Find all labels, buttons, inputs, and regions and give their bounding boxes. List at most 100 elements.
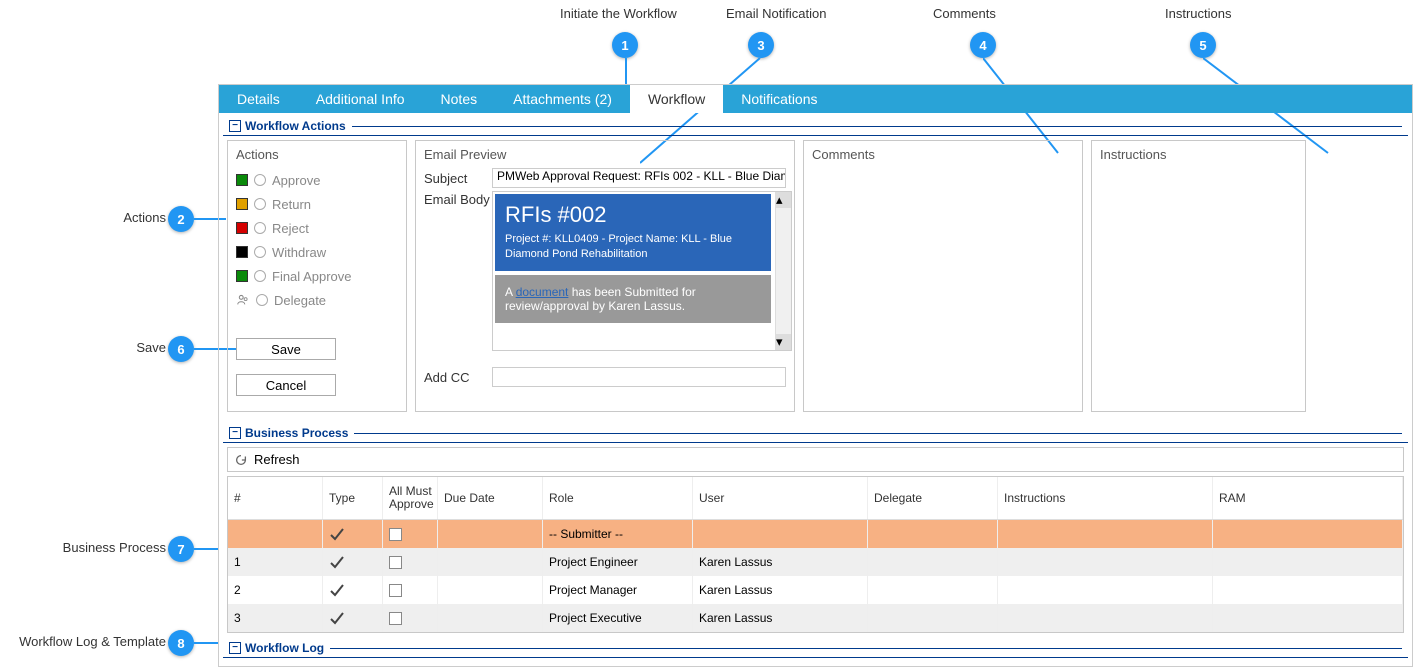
table-row[interactable]: 3 Project Executive Karen Lassus	[228, 604, 1403, 632]
cell-instructions	[998, 520, 1213, 548]
section-divider	[330, 648, 1402, 649]
cell-type	[323, 576, 383, 604]
table-row[interactable]: 2 Project Manager Karen Lassus	[228, 576, 1403, 604]
cell-delegate	[868, 604, 998, 632]
rfi-header: RFIs #002 Project #: KLL0409 - Project N…	[495, 194, 771, 271]
email-scrollbar[interactable]: ▴ ▾	[775, 192, 791, 350]
collapse-icon[interactable]: −	[229, 427, 241, 439]
callout-7-label: Business Process	[56, 540, 166, 555]
callout-7-bubble: 7	[168, 536, 194, 562]
save-button[interactable]: Save	[236, 338, 336, 360]
scroll-up-icon[interactable]: ▴	[776, 192, 791, 208]
reject-label: Reject	[272, 221, 309, 236]
callout-8-label: Workflow Log & Template	[8, 634, 166, 649]
reject-color-icon	[236, 222, 248, 234]
col-ram[interactable]: RAM	[1213, 477, 1403, 519]
callout-2-label: Actions	[116, 210, 166, 225]
return-color-icon	[236, 198, 248, 210]
cell-user: Karen Lassus	[693, 604, 868, 632]
tab-bar: Details Additional Info Notes Attachment…	[219, 85, 1412, 113]
callout-4-label: Comments	[933, 6, 996, 21]
action-delegate[interactable]: Delegate	[236, 288, 398, 312]
collapse-icon[interactable]: −	[229, 642, 241, 654]
action-final-approve[interactable]: Final Approve	[236, 264, 398, 288]
col-num[interactable]: #	[228, 477, 323, 519]
delegate-icon	[236, 293, 250, 307]
table-row[interactable]: -- Submitter --	[228, 520, 1403, 548]
callout-3-bubble: 3	[748, 32, 774, 58]
comments-panel[interactable]: Comments	[803, 140, 1083, 412]
workflow-actions-body: Actions Approve Return Reject Withdraw	[219, 136, 1412, 420]
col-role[interactable]: Role	[543, 477, 693, 519]
cell-must	[383, 576, 438, 604]
withdraw-color-icon	[236, 246, 248, 258]
cell-ram	[1213, 604, 1403, 632]
final-color-icon	[236, 270, 248, 282]
tab-notifications[interactable]: Notifications	[723, 85, 835, 113]
checkbox[interactable]	[389, 528, 402, 541]
cancel-button[interactable]: Cancel	[236, 374, 336, 396]
action-withdraw[interactable]: Withdraw	[236, 240, 398, 264]
callout-3-label: Email Notification	[726, 6, 826, 21]
col-delegate[interactable]: Delegate	[868, 477, 998, 519]
checkbox[interactable]	[389, 584, 402, 597]
checkbox[interactable]	[389, 556, 402, 569]
cell-role: Project Engineer	[543, 548, 693, 576]
delegate-label: Delegate	[274, 293, 326, 308]
cell-num: 1	[228, 548, 323, 576]
col-type[interactable]: Type	[323, 477, 383, 519]
section-workflow-log[interactable]: − Workflow Log	[223, 639, 1408, 658]
bp-table: # Type All Must Approve Due Date Role Us…	[227, 476, 1404, 633]
col-due[interactable]: Due Date	[438, 477, 543, 519]
delegate-radio[interactable]	[256, 294, 268, 306]
section-business-process[interactable]: − Business Process	[223, 424, 1408, 443]
section-title: Workflow Actions	[245, 119, 346, 133]
table-row[interactable]: 1 Project Engineer Karen Lassus	[228, 548, 1403, 576]
return-radio[interactable]	[254, 198, 266, 210]
col-instructions[interactable]: Instructions	[998, 477, 1213, 519]
rfi-note-prefix: A	[505, 285, 516, 299]
action-return[interactable]: Return	[236, 192, 398, 216]
cell-type	[323, 604, 383, 632]
collapse-icon[interactable]: −	[229, 120, 241, 132]
callout-8-bubble: 8	[168, 630, 194, 656]
cell-due	[438, 576, 543, 604]
refresh-icon[interactable]	[234, 453, 248, 467]
addcc-label: Add CC	[424, 370, 492, 385]
rfi-note: A document has been Submitted for review…	[495, 275, 771, 323]
reject-radio[interactable]	[254, 222, 266, 234]
final-label: Final Approve	[272, 269, 352, 284]
callout-5-label: Instructions	[1165, 6, 1231, 21]
section-workflow-actions[interactable]: − Workflow Actions	[223, 117, 1408, 136]
approve-label: Approve	[272, 173, 320, 188]
addcc-input[interactable]	[492, 367, 786, 387]
section-title: Workflow Log	[245, 641, 324, 655]
subject-input[interactable]: PMWeb Approval Request: RFIs 002 - KLL -…	[492, 168, 786, 188]
email-body-box[interactable]: ▴ ▾ RFIs #002 Project #: KLL0409 - Proje…	[492, 191, 792, 351]
col-user[interactable]: User	[693, 477, 868, 519]
cell-due	[438, 548, 543, 576]
scroll-down-icon[interactable]: ▾	[776, 334, 791, 350]
callout-7-line	[194, 548, 218, 550]
cell-user: Karen Lassus	[693, 576, 868, 604]
withdraw-radio[interactable]	[254, 246, 266, 258]
cell-delegate	[868, 520, 998, 548]
instructions-title: Instructions	[1100, 147, 1297, 162]
tab-additional[interactable]: Additional Info	[298, 85, 423, 113]
tab-workflow[interactable]: Workflow	[630, 85, 723, 113]
cell-instructions	[998, 548, 1213, 576]
col-must[interactable]: All Must Approve	[383, 477, 438, 519]
approve-radio[interactable]	[254, 174, 266, 186]
tab-attachments[interactable]: Attachments (2)	[495, 85, 630, 113]
tab-details[interactable]: Details	[219, 85, 298, 113]
callout-1-label: Initiate the Workflow	[560, 6, 677, 21]
rfi-document-link[interactable]: document	[516, 285, 569, 299]
final-radio[interactable]	[254, 270, 266, 282]
action-reject[interactable]: Reject	[236, 216, 398, 240]
callout-6-bubble: 6	[168, 336, 194, 362]
action-approve[interactable]: Approve	[236, 168, 398, 192]
cell-ram	[1213, 520, 1403, 548]
checkbox[interactable]	[389, 612, 402, 625]
tab-notes[interactable]: Notes	[423, 85, 496, 113]
refresh-label[interactable]: Refresh	[254, 452, 300, 467]
